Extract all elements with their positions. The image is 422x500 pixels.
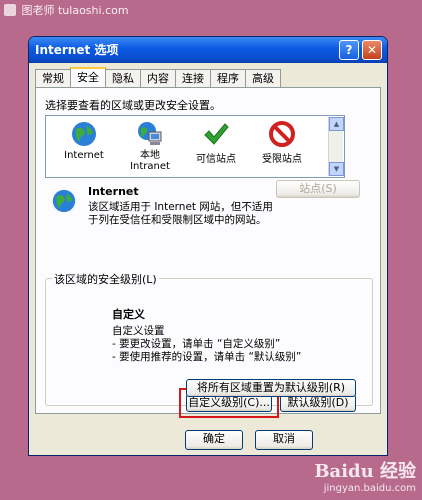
selected-zone-name: Internet — [88, 185, 139, 198]
title-bar[interactable]: Internet 选项 ? ✕ — [29, 37, 387, 63]
zone-restricted-sites[interactable]: 受限站点 — [250, 120, 314, 165]
cancel-button[interactable]: 取消 — [255, 430, 313, 450]
zone-scrollbar[interactable]: ▲ ▼ — [328, 117, 344, 176]
instruction-text: 选择要查看的区域或更改安全设置。 — [45, 99, 221, 112]
tab-privacy[interactable]: 隐私 — [105, 69, 141, 87]
window-title: Internet 选项 — [35, 43, 119, 57]
restricted-icon — [268, 120, 296, 148]
scroll-down-icon[interactable]: ▼ — [329, 162, 344, 176]
tab-advanced[interactable]: 高级 — [245, 69, 281, 87]
intranet-icon — [136, 120, 164, 148]
security-level-line: - 要使用推荐的设置，请单击 “默认级别” — [112, 351, 302, 363]
zone-list: Internet 本地 Intranet 可信站点 受限站点 ▲ ▼ — [45, 115, 345, 178]
security-panel: 选择要查看的区域或更改安全设置。 Internet 本地 Intranet 可信… — [35, 87, 381, 418]
tab-content[interactable]: 内容 — [140, 69, 176, 87]
watermark-url: jingyan.baidu.com — [323, 483, 416, 494]
scroll-up-icon[interactable]: ▲ — [329, 117, 344, 131]
close-button[interactable]: ✕ — [362, 40, 382, 60]
reset-all-zones-button[interactable]: 将所有区域重置为默认级别(R) — [186, 379, 356, 397]
watermark-brand: Baidu 经验 — [314, 461, 416, 482]
tab-strip: 常规 安全 隐私 内容 连接 程序 高级 — [35, 67, 281, 88]
ok-button[interactable]: 确定 — [185, 430, 243, 450]
checkmark-icon — [202, 120, 230, 148]
selected-zone-description: 该区域适用于 Internet 网站，但不适用于列在受信任和受限制区域中的网站。 — [88, 201, 273, 226]
watermark-bottom: Baidu 经验 jingyan.baidu.com — [314, 457, 416, 494]
globe-icon — [51, 188, 77, 217]
tab-connections[interactable]: 连接 — [175, 69, 211, 87]
security-level-name: 自定义 — [112, 308, 145, 321]
globe-icon — [70, 120, 98, 148]
zone-label: 受限站点 — [262, 154, 302, 165]
internet-options-dialog: Internet 选项 ? ✕ 常规 安全 隐私 内容 连接 程序 高级 选择要… — [28, 36, 388, 456]
sites-button[interactable]: 站点(S) — [276, 180, 360, 198]
tab-programs[interactable]: 程序 — [210, 69, 246, 87]
watermark-logo-icon — [4, 4, 16, 16]
zone-trusted-sites[interactable]: 可信站点 — [184, 120, 248, 165]
zone-label: 本地 Intranet — [130, 150, 170, 172]
zone-internet[interactable]: Internet — [52, 120, 116, 161]
tab-general[interactable]: 常规 — [35, 69, 71, 87]
watermark-top-text: 图老师 tulaoshi.com — [21, 4, 129, 17]
zone-label: Internet — [64, 150, 104, 161]
security-level-title: 该区域的安全级别(L) — [52, 271, 159, 287]
help-button[interactable]: ? — [339, 40, 359, 60]
tab-security[interactable]: 安全 — [70, 67, 106, 87]
watermark-top: 图老师 tulaoshi.com — [4, 2, 129, 18]
zone-local-intranet[interactable]: 本地 Intranet — [118, 120, 182, 172]
zone-label: 可信站点 — [196, 154, 236, 165]
